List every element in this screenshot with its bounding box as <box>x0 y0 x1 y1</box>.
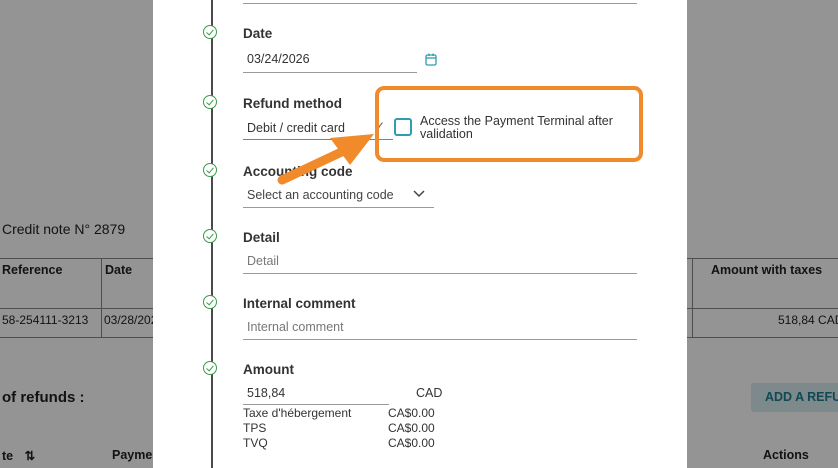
annotation-arrow-icon <box>277 134 374 185</box>
